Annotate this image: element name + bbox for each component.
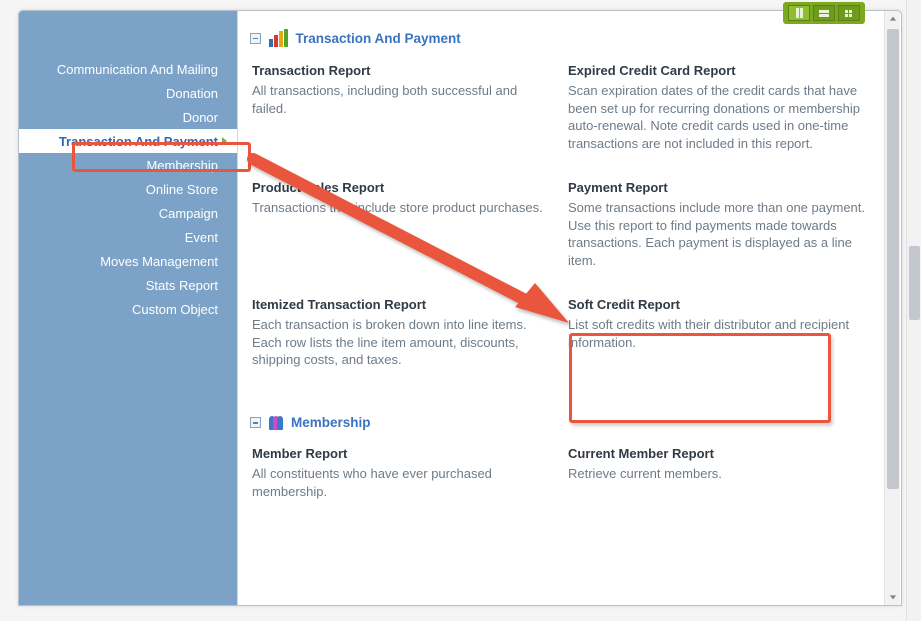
people-icon bbox=[269, 416, 283, 430]
report-card-member[interactable]: Member Report All constituents who have … bbox=[252, 446, 554, 500]
sidebar-item-label: Campaign bbox=[159, 206, 218, 221]
report-desc: List soft credits with their distributor… bbox=[568, 316, 870, 351]
sidebar-item-label: Membership bbox=[146, 158, 218, 173]
chevron-right-icon bbox=[222, 137, 227, 145]
sidebar-item-label: Event bbox=[185, 230, 218, 245]
bar-chart-icon bbox=[269, 29, 288, 47]
sidebar-item-transaction-payment[interactable]: Transaction And Payment bbox=[19, 129, 237, 153]
sidebar-item-label: Donation bbox=[166, 86, 218, 101]
sidebar-item-label: Online Store bbox=[146, 182, 218, 197]
report-desc: Transactions that include store product … bbox=[252, 199, 554, 217]
sidebar-item-campaign[interactable]: Campaign bbox=[19, 201, 237, 225]
sidebar-item-label: Transaction And Payment bbox=[59, 134, 218, 149]
report-card-current-member[interactable]: Current Member Report Retrieve current m… bbox=[568, 446, 870, 500]
report-card-expired-credit-card[interactable]: Expired Credit Card Report Scan expirati… bbox=[568, 63, 870, 152]
report-desc: Each transaction is broken down into lin… bbox=[252, 316, 554, 369]
section-header-transaction: Transaction And Payment bbox=[248, 25, 875, 57]
sidebar-item-online-store[interactable]: Online Store bbox=[19, 177, 237, 201]
page-scrollbar bbox=[906, 0, 921, 621]
app-frame: Communication And Mailing Donation Donor… bbox=[18, 10, 902, 606]
report-card-transaction[interactable]: Transaction Report All transactions, inc… bbox=[252, 63, 554, 152]
report-title: Current Member Report bbox=[568, 446, 870, 461]
report-title: Transaction Report bbox=[252, 63, 554, 78]
view-mode-rows-button[interactable] bbox=[813, 5, 835, 21]
sidebar-item-donor[interactable]: Donor bbox=[19, 105, 237, 129]
sidebar: Communication And Mailing Donation Donor… bbox=[19, 11, 237, 605]
sidebar-item-label: Donor bbox=[183, 110, 218, 125]
membership-reports-grid: Member Report All constituents who have … bbox=[248, 440, 875, 518]
section-header-membership: Membership bbox=[248, 411, 875, 440]
report-title: Soft Credit Report bbox=[568, 297, 870, 312]
report-title: Expired Credit Card Report bbox=[568, 63, 870, 78]
scroll-up-button[interactable] bbox=[885, 11, 900, 27]
collapse-toggle-icon[interactable] bbox=[250, 417, 261, 428]
report-desc: Some transactions include more than one … bbox=[568, 199, 870, 269]
report-title: Member Report bbox=[252, 446, 554, 461]
sidebar-item-communication[interactable]: Communication And Mailing bbox=[19, 57, 237, 81]
transaction-reports-grid: Transaction Report All transactions, inc… bbox=[248, 57, 875, 387]
sidebar-item-label: Moves Management bbox=[100, 254, 218, 269]
view-mode-grid-button[interactable] bbox=[838, 5, 860, 21]
report-desc: All transactions, including both success… bbox=[252, 82, 554, 117]
scroll-down-button[interactable] bbox=[885, 589, 900, 605]
report-card-itemized-transaction[interactable]: Itemized Transaction Report Each transac… bbox=[252, 297, 554, 369]
sidebar-item-membership[interactable]: Membership bbox=[19, 153, 237, 177]
page-scroll-thumb[interactable] bbox=[909, 246, 920, 320]
sidebar-item-custom-object[interactable]: Custom Object bbox=[19, 297, 237, 321]
sidebar-item-donation[interactable]: Donation bbox=[19, 81, 237, 105]
report-desc: Scan expiration dates of the credit card… bbox=[568, 82, 870, 152]
main-panel: Transaction And Payment Transaction Repo… bbox=[237, 11, 901, 605]
report-title: Product Sales Report bbox=[252, 180, 554, 195]
sidebar-item-label: Custom Object bbox=[132, 302, 218, 317]
sidebar-item-stats-report[interactable]: Stats Report bbox=[19, 273, 237, 297]
report-desc: All constituents who have ever purchased… bbox=[252, 465, 554, 500]
report-card-payment[interactable]: Payment Report Some transactions include… bbox=[568, 180, 870, 269]
report-card-soft-credit[interactable]: Soft Credit Report List soft credits wit… bbox=[568, 297, 870, 369]
view-mode-toolbar bbox=[783, 2, 865, 24]
report-title: Payment Report bbox=[568, 180, 870, 195]
collapse-toggle-icon[interactable] bbox=[250, 33, 261, 44]
section-title: Membership bbox=[291, 415, 371, 430]
sidebar-item-event[interactable]: Event bbox=[19, 225, 237, 249]
sidebar-item-label: Communication And Mailing bbox=[57, 62, 218, 77]
sidebar-item-moves-management[interactable]: Moves Management bbox=[19, 249, 237, 273]
sidebar-item-label: Stats Report bbox=[146, 278, 218, 293]
report-title: Itemized Transaction Report bbox=[252, 297, 554, 312]
main-scrollbar bbox=[884, 11, 900, 605]
report-desc: Retrieve current members. bbox=[568, 465, 870, 483]
view-mode-columns-button[interactable] bbox=[788, 5, 810, 21]
scroll-thumb[interactable] bbox=[887, 29, 899, 489]
section-title: Transaction And Payment bbox=[296, 31, 461, 46]
report-card-product-sales[interactable]: Product Sales Report Transactions that i… bbox=[252, 180, 554, 269]
